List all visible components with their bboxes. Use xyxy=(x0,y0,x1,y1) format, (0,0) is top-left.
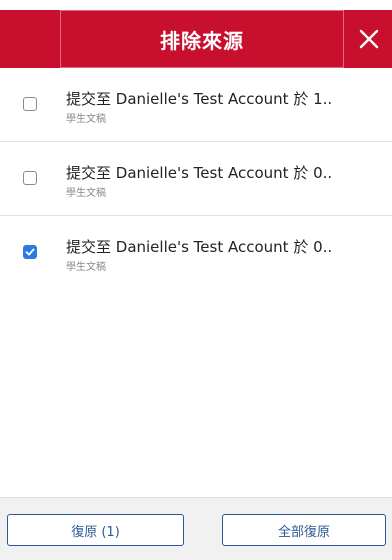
restore-button[interactable]: 復原 (1) xyxy=(7,514,184,546)
source-title: 提交至 Danielle's Test Account 於 0.. xyxy=(66,238,333,256)
source-subtitle: 學生文稿 xyxy=(66,114,106,125)
source-checkbox-1[interactable] xyxy=(23,97,37,111)
checkmark-icon xyxy=(25,248,35,256)
source-title: 提交至 Danielle's Test Account 於 1.. xyxy=(66,90,333,108)
exclude-sources-panel: 排除來源 提交至 Danielle's Test Account 於 1.. 學… xyxy=(0,0,392,560)
panel-title: 排除來源 xyxy=(60,10,344,68)
source-subtitle: 學生文稿 xyxy=(66,188,106,199)
source-checkbox-3[interactable] xyxy=(23,245,37,259)
source-checkbox-2[interactable] xyxy=(23,171,37,185)
restore-all-button[interactable]: 全部復原 xyxy=(222,514,386,546)
close-icon xyxy=(359,29,379,49)
source-list: 提交至 Danielle's Test Account 於 1.. 學生文稿 提… xyxy=(0,68,392,290)
source-title: 提交至 Danielle's Test Account 於 0.. xyxy=(66,164,333,182)
source-subtitle: 學生文稿 xyxy=(66,262,106,273)
close-button[interactable] xyxy=(346,10,392,68)
list-item: 提交至 Danielle's Test Account 於 0.. 學生文稿 xyxy=(0,216,392,290)
list-item: 提交至 Danielle's Test Account 於 0.. 學生文稿 xyxy=(0,142,392,216)
panel-footer: 復原 (1) 全部復原 xyxy=(0,497,392,560)
panel-header: 排除來源 xyxy=(0,0,392,68)
list-item: 提交至 Danielle's Test Account 於 1.. 學生文稿 xyxy=(0,68,392,142)
